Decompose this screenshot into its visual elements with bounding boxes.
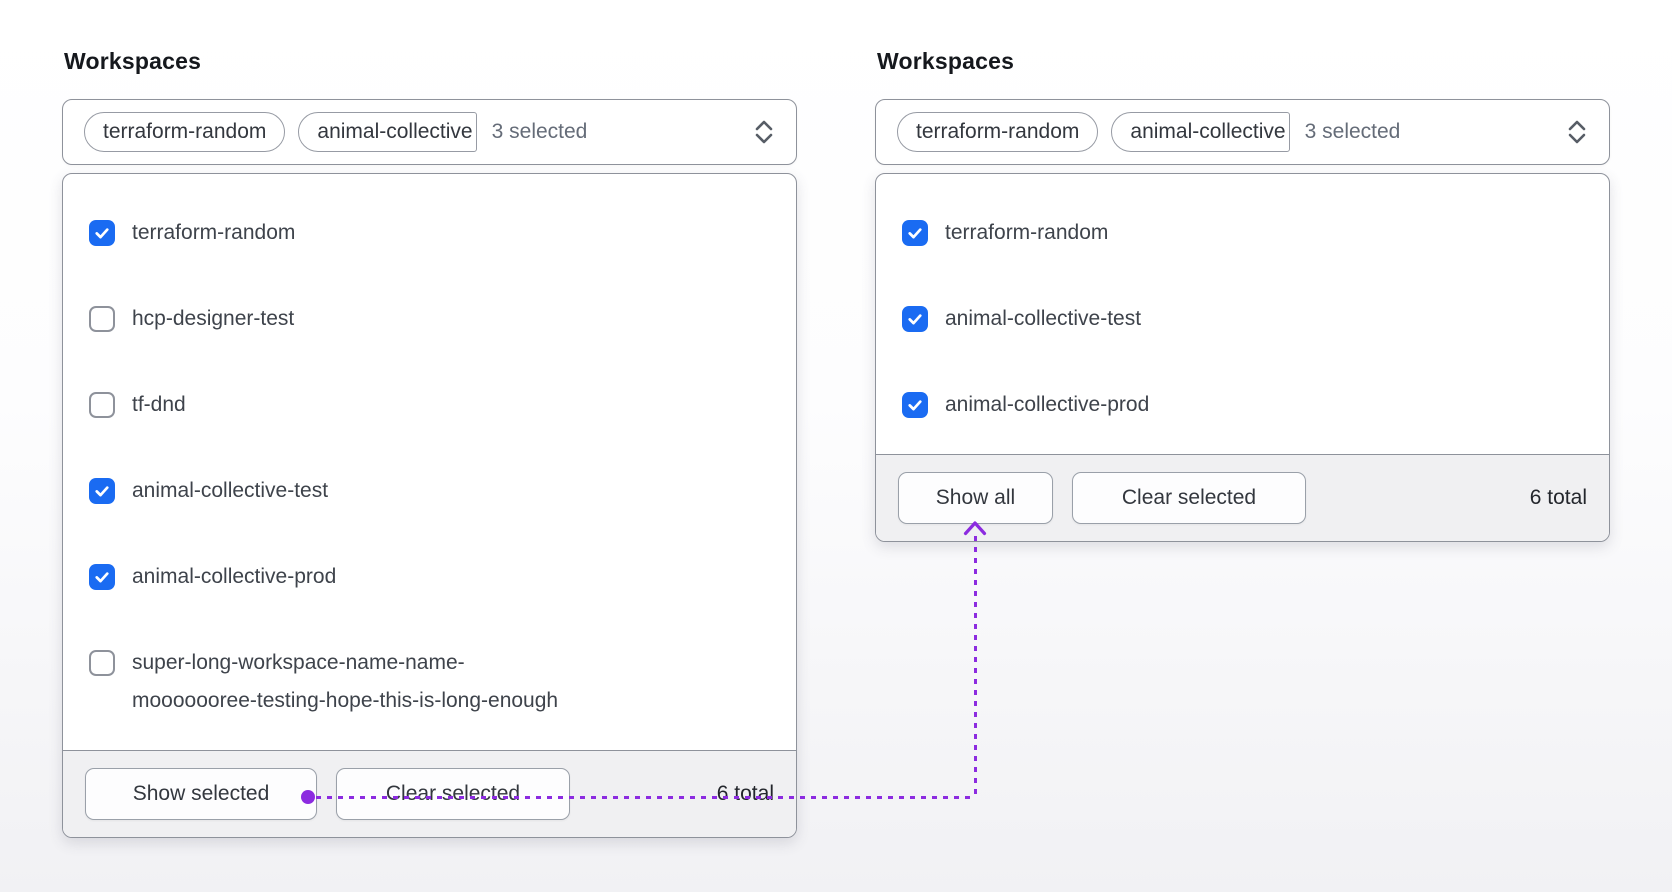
checkbox[interactable]: [902, 306, 928, 332]
workspace-option[interactable]: animal-collective-prod: [876, 362, 1609, 448]
checkbox[interactable]: [89, 564, 115, 590]
annotation-dotted-line-vertical: [974, 536, 977, 798]
check-icon: [908, 314, 922, 325]
workspace-option-list: terraform-random hcp-designer-test tf-dn…: [63, 174, 796, 750]
checkbox[interactable]: [89, 650, 115, 676]
panel-title: Workspaces: [877, 48, 1015, 74]
check-icon: [95, 228, 109, 239]
selected-count-label: 3 selected: [491, 120, 588, 143]
clear-selected-button[interactable]: Clear selected: [336, 768, 570, 820]
clear-selected-button[interactable]: Clear selected: [1072, 472, 1306, 524]
workspace-option-label: animal-collective-prod: [132, 565, 337, 588]
checkbox[interactable]: [89, 306, 115, 332]
expand-collapse-chevron-icon: [755, 120, 773, 144]
checkbox[interactable]: [902, 220, 928, 246]
total-count-label: 6 total: [1529, 486, 1587, 509]
multiselect-trigger[interactable]: terraform-random animal-collective 3 sel…: [875, 99, 1610, 165]
check-icon: [908, 228, 922, 239]
workspace-option-label: hcp-designer-test: [132, 307, 295, 330]
workspace-option[interactable]: tf-dnd: [63, 362, 796, 448]
selected-count-label: 3 selected: [1304, 120, 1401, 143]
workspace-option-label: animal-collective-test: [945, 307, 1142, 330]
checkbox[interactable]: [902, 392, 928, 418]
annotation-dot: [301, 790, 315, 804]
check-icon: [95, 572, 109, 583]
workspace-option-list: terraform-random animal-collective-test …: [876, 174, 1609, 454]
listbox-footer: Show selected Clear selected 6 total: [63, 750, 796, 837]
workspace-option-label: animal-collective-prod: [945, 393, 1150, 416]
checkbox[interactable]: [89, 392, 115, 418]
workspace-option[interactable]: animal-collective-prod: [63, 534, 796, 620]
workspace-option-label: tf-dnd: [132, 393, 186, 416]
workspace-option[interactable]: terraform-random: [63, 190, 796, 276]
selected-tag-pill[interactable]: terraform-random: [84, 112, 286, 152]
annotation-arrowhead-up-icon: [963, 521, 987, 536]
workspace-option[interactable]: animal-collective-test: [876, 276, 1609, 362]
dropdown-listbox: terraform-random animal-collective-test …: [875, 173, 1610, 542]
check-icon: [95, 486, 109, 497]
workspace-option-label: terraform-random: [132, 221, 296, 244]
show-all-button[interactable]: Show all: [898, 472, 1053, 524]
annotation-dotted-line-horizontal: [316, 796, 975, 799]
screenshot-canvas: Workspaces terraform-random animal-colle…: [0, 0, 1672, 892]
workspace-option-label: animal-collective-test: [132, 479, 329, 502]
show-selected-button[interactable]: Show selected: [85, 768, 317, 820]
workspace-option[interactable]: super-long-workspace-name-name-moooooore…: [63, 620, 796, 744]
workspace-option[interactable]: animal-collective-test: [63, 448, 796, 534]
total-count-label: 6 total: [716, 782, 774, 805]
selected-tag-pill[interactable]: terraform-random: [897, 112, 1099, 152]
workspaces-multiselect-expanded: Workspaces terraform-random animal-colle…: [62, 48, 797, 838]
workspace-option-label: terraform-random: [945, 221, 1109, 244]
selected-tag-pill-clipped[interactable]: animal-collective: [298, 112, 477, 152]
workspaces-multiselect-filtered: Workspaces terraform-random animal-colle…: [875, 48, 1610, 542]
multiselect-trigger[interactable]: terraform-random animal-collective 3 sel…: [62, 99, 797, 165]
expand-collapse-chevron-icon: [1568, 120, 1586, 144]
selected-tag-pill-clipped[interactable]: animal-collective: [1111, 112, 1290, 152]
workspace-option[interactable]: terraform-random: [876, 190, 1609, 276]
panel-title: Workspaces: [64, 48, 202, 74]
checkbox[interactable]: [89, 220, 115, 246]
check-icon: [908, 400, 922, 411]
workspace-option-label: super-long-workspace-name-name-moooooore…: [132, 651, 559, 712]
workspace-option[interactable]: hcp-designer-test: [63, 276, 796, 362]
dropdown-listbox: terraform-random hcp-designer-test tf-dn…: [62, 173, 797, 838]
checkbox[interactable]: [89, 478, 115, 504]
